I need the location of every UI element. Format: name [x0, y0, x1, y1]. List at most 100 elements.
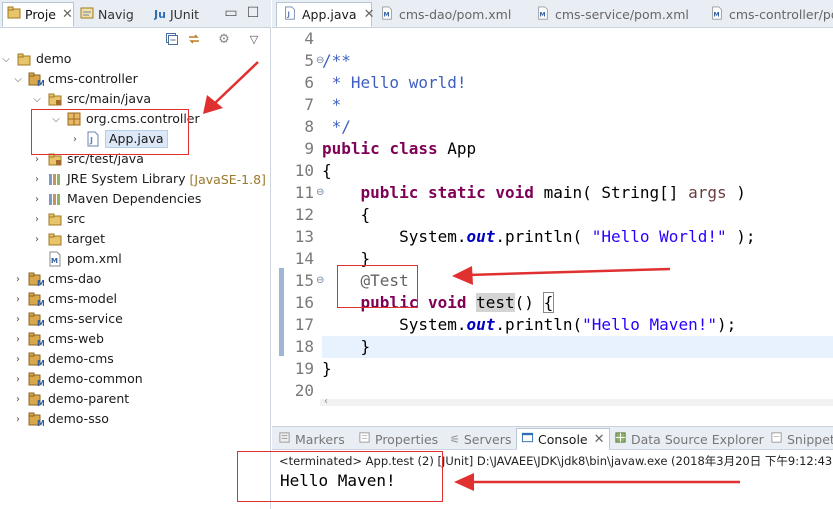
- maven-project-icon: M: [28, 271, 44, 287]
- tab-junit[interactable]: Ju JUnit: [154, 2, 214, 27]
- markers-icon: [278, 431, 291, 447]
- code-line[interactable]: System.out.println( "Hello World!" );: [322, 226, 833, 248]
- tab-cms-controller-pom[interactable]: M cms-controller/po: [710, 2, 833, 27]
- tree-item-cms-dao[interactable]: › M cms-dao: [12, 269, 101, 289]
- horizontal-scrollbar[interactable]: [320, 399, 833, 406]
- svg-text:M: M: [37, 379, 44, 387]
- chevron-right-icon[interactable]: ›: [12, 373, 24, 385]
- maximize-icon[interactable]: ☐: [244, 4, 262, 22]
- chevron-right-icon[interactable]: ›: [31, 193, 43, 205]
- tree-item-target[interactable]: › target: [31, 229, 105, 249]
- line-number: 19: [294, 359, 314, 378]
- tree-item-src-main-java[interactable]: ⌵ src/main/java: [31, 89, 151, 109]
- chevron-right-icon[interactable]: ›: [12, 273, 24, 285]
- code-editor[interactable]: 4 5 ⊖ 6 7 8 9 10 11 ⊖ 12 13 14 15 ⊖ 16 1…: [272, 28, 833, 406]
- chevron-right-icon[interactable]: ›: [31, 173, 43, 185]
- code-line[interactable]: {: [322, 160, 833, 182]
- tree-item-cms-web[interactable]: › M cms-web: [12, 329, 104, 349]
- tree-item-demo[interactable]: ⌵ demo: [0, 49, 71, 69]
- tab-console[interactable]: Console ✕: [516, 428, 610, 450]
- java-file-icon: J: [283, 6, 297, 23]
- link-with-editor-icon[interactable]: [184, 30, 204, 48]
- close-icon[interactable]: ✕: [594, 432, 605, 447]
- tree-item-demo-cms[interactable]: › M demo-cms: [12, 349, 114, 369]
- svg-text:M: M: [540, 12, 546, 19]
- tree-item-demo-parent[interactable]: › M demo-parent: [12, 389, 129, 409]
- tab-navigator[interactable]: Navig: [80, 2, 150, 27]
- source-folder-icon: [47, 91, 63, 107]
- tree-item-cms-controller[interactable]: ⌵ M cms-controller: [12, 69, 138, 89]
- chevron-right-icon[interactable]: ›: [31, 213, 43, 225]
- tab-markers[interactable]: Markers: [278, 428, 345, 450]
- scroll-left-icon[interactable]: ‹: [324, 396, 328, 406]
- line-number: 5: [304, 51, 314, 70]
- svg-text:M: M: [37, 79, 44, 87]
- collapse-all-icon[interactable]: [162, 30, 182, 48]
- line-number: 12: [294, 205, 314, 224]
- svg-text:M: M: [714, 12, 720, 19]
- tab-data-source-explorer[interactable]: Data Source Explorer: [614, 428, 764, 450]
- maven-project-icon: M: [28, 331, 44, 347]
- tab-app-java[interactable]: J App.java ✕: [276, 2, 375, 27]
- code-line[interactable]: public static void main( String[] args ): [322, 182, 833, 204]
- chevron-right-icon[interactable]: ›: [12, 313, 24, 325]
- tree-item-cms-service[interactable]: › M cms-service: [12, 309, 123, 329]
- code-line[interactable]: */: [322, 116, 833, 138]
- close-icon[interactable]: ✕: [364, 7, 375, 22]
- chevron-right-icon[interactable]: ›: [31, 233, 43, 245]
- tree-item-src[interactable]: › src: [31, 209, 85, 229]
- code-line[interactable]: /**: [322, 50, 833, 72]
- annotation-box-package: [31, 109, 189, 155]
- maven-project-icon: M: [28, 351, 44, 367]
- tab-cms-service-pom[interactable]: M cms-service/pom.xml: [536, 2, 689, 27]
- code-line[interactable]: *: [322, 94, 833, 116]
- code-line[interactable]: * Hello world!: [322, 72, 833, 94]
- code-line[interactable]: public class App: [322, 138, 833, 160]
- tree-item-jre-library[interactable]: › JRE System Library [JavaSE-1.8]: [31, 169, 266, 189]
- chevron-down-icon[interactable]: ⌵: [12, 73, 24, 85]
- tree-item-cms-model[interactable]: › M cms-model: [12, 289, 117, 309]
- tree-item-pom-xml[interactable]: M pom.xml: [47, 249, 122, 269]
- chevron-right-icon[interactable]: ›: [12, 353, 24, 365]
- svg-text:M: M: [37, 299, 44, 307]
- chevron-down-icon[interactable]: ⌵: [0, 53, 12, 65]
- tab-cms-dao-pom[interactable]: M cms-dao/pom.xml: [380, 2, 511, 27]
- chevron-down-icon[interactable]: ▽: [244, 30, 264, 48]
- chevron-right-icon[interactable]: ›: [12, 293, 24, 305]
- code-text[interactable]: /** * Hello world! * */public class App{…: [322, 28, 833, 406]
- code-line[interactable]: }: [322, 358, 833, 380]
- xml-file-icon: M: [380, 6, 394, 23]
- chevron-right-icon[interactable]: ›: [12, 333, 24, 345]
- line-number: 9: [304, 139, 314, 158]
- code-line[interactable]: System.out.println("Hello Maven!");: [322, 314, 833, 336]
- code-line[interactable]: [322, 28, 833, 50]
- project-explorer-icon: [7, 6, 21, 23]
- tab-properties[interactable]: Properties: [358, 428, 438, 450]
- maven-project-icon: M: [28, 411, 44, 427]
- code-line[interactable]: }: [322, 336, 833, 358]
- line-number-gutter: 4 5 ⊖ 6 7 8 9 10 11 ⊖ 12 13 14 15 ⊖ 16 1…: [284, 28, 325, 406]
- chevron-right-icon[interactable]: ›: [12, 413, 24, 425]
- minimize-icon[interactable]: ▭: [222, 4, 240, 22]
- navigator-icon: [80, 6, 94, 23]
- view-menu-icon[interactable]: ⚙: [214, 30, 234, 48]
- data-source-icon: [614, 431, 627, 447]
- properties-icon: [358, 431, 371, 447]
- close-icon[interactable]: ✕: [62, 7, 73, 22]
- tab-snippets[interactable]: Snippet: [770, 428, 833, 450]
- bottom-view-tabs: Markers Properties ⚟ Servers Console ✕ D…: [272, 426, 833, 450]
- tab-project-explorer[interactable]: Proje ✕: [2, 2, 74, 27]
- xml-file-icon: M: [710, 6, 724, 23]
- tab-servers[interactable]: ⚟ Servers: [450, 428, 511, 450]
- console-icon: [521, 431, 534, 447]
- library-icon: [47, 171, 63, 187]
- tree-item-maven-dependencies[interactable]: › Maven Dependencies: [31, 189, 201, 209]
- chevron-right-icon[interactable]: ›: [12, 393, 24, 405]
- chevron-down-icon[interactable]: ⌵: [31, 93, 43, 105]
- tree-item-demo-common[interactable]: › M demo-common: [12, 369, 143, 389]
- line-number: 18: [294, 337, 314, 356]
- code-line[interactable]: {: [322, 204, 833, 226]
- annotation-box-test: [337, 265, 418, 308]
- tree-item-demo-sso[interactable]: › M demo-sso: [12, 409, 109, 429]
- line-number: 11: [294, 183, 314, 202]
